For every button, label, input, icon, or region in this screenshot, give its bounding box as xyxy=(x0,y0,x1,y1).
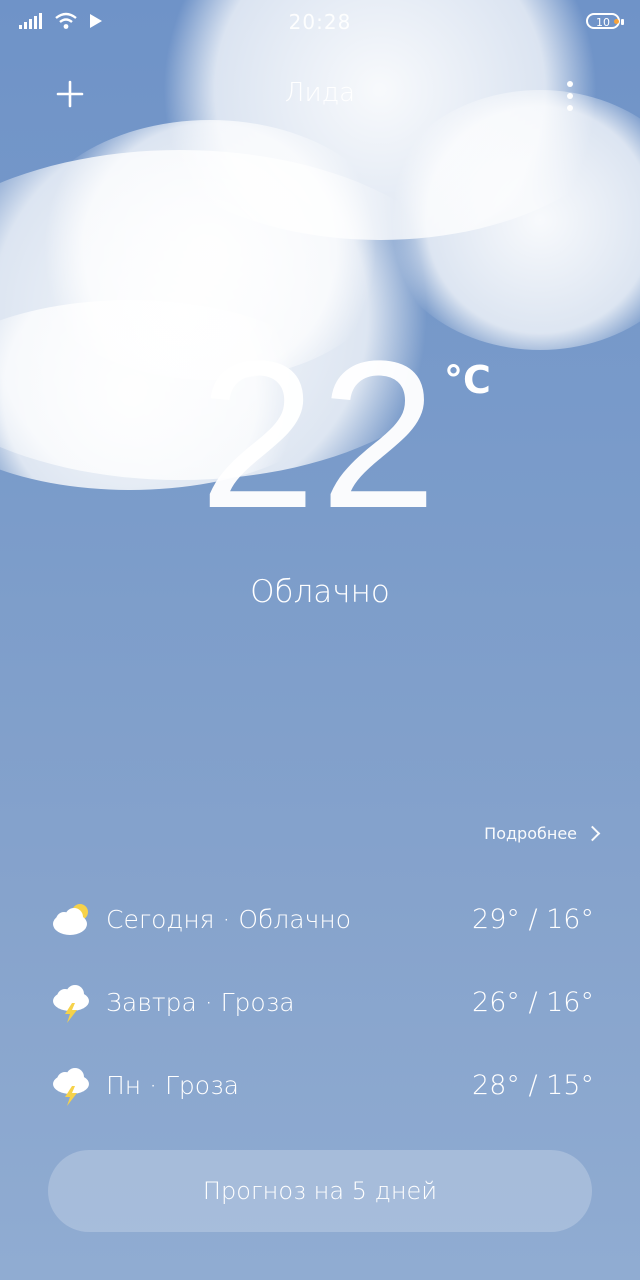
battery-level: 10 xyxy=(596,16,610,29)
temperature-unit: °C xyxy=(444,358,491,402)
forecast-row-tomorrow[interactable]: Завтра · Гроза 26° / 16° xyxy=(50,961,594,1044)
more-menu-button[interactable] xyxy=(554,76,586,116)
forecast-list: Сегодня · Облачно 29° / 16° Завтра · Гро… xyxy=(50,878,594,1127)
forecast-day-label: Пн · Гроза xyxy=(106,1071,239,1100)
details-link[interactable]: Подробнее xyxy=(484,824,601,843)
status-time: 20:28 xyxy=(288,10,352,34)
forecast-day-temps: 26° / 16° xyxy=(472,987,594,1018)
city-name[interactable]: Лида xyxy=(0,78,640,108)
more-vertical-icon xyxy=(567,81,573,87)
battery-saver-dot xyxy=(614,19,619,24)
current-condition: Облачно xyxy=(250,574,390,610)
forecast-day-label: Завтра · Гроза xyxy=(106,988,295,1017)
current-temperature: 22 xyxy=(199,317,441,552)
chevron-right-icon xyxy=(584,825,601,842)
forecast-row-today[interactable]: Сегодня · Облачно 29° / 16° xyxy=(50,878,594,961)
forecast-row-monday[interactable]: Пн · Гроза 28° / 15° xyxy=(50,1044,594,1127)
five-day-forecast-label: Прогноз на 5 дней xyxy=(202,1177,438,1205)
five-day-forecast-button[interactable]: Прогноз на 5 дней xyxy=(48,1150,592,1232)
thunderstorm-icon xyxy=(53,984,89,1023)
partly-cloudy-icon xyxy=(53,903,88,935)
current-temperature-block: 22 xyxy=(0,330,640,540)
details-link-label: Подробнее xyxy=(484,824,577,843)
forecast-day-temps: 29° / 16° xyxy=(472,904,594,935)
forecast-day-label: Сегодня · Облачно xyxy=(106,905,352,934)
top-bar: Лида xyxy=(0,70,640,118)
thunderstorm-icon xyxy=(53,1067,89,1106)
status-bar: 20:28 10 xyxy=(0,0,640,44)
forecast-day-temps: 28° / 15° xyxy=(472,1070,594,1101)
battery-indicator: 10 xyxy=(586,13,624,29)
